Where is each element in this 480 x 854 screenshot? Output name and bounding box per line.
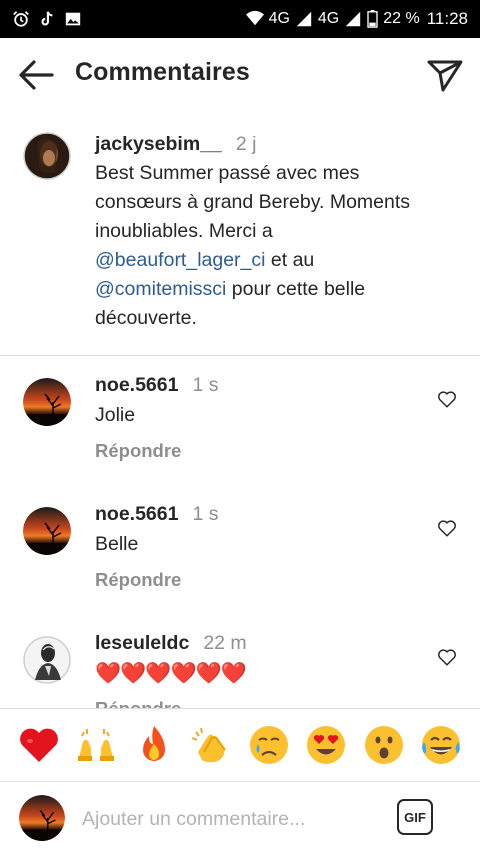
- reply-button[interactable]: Répondre: [95, 698, 181, 708]
- clock: 11:28: [426, 9, 468, 28]
- mention-link[interactable]: @comitemissci: [95, 278, 226, 300]
- caption-body-2: et au: [265, 249, 315, 271]
- gallery-icon: [65, 12, 81, 26]
- signal-icon: [296, 11, 312, 27]
- heart-icon[interactable]: [436, 517, 458, 539]
- comment-time: 1 s: [192, 503, 219, 525]
- comment-composer: GIF: [0, 782, 480, 854]
- page-title: Commentaires: [75, 58, 250, 86]
- comment-text: ❤️❤️❤️❤️❤️❤️: [95, 662, 247, 685]
- signal-icon: [346, 11, 361, 27]
- comment-username[interactable]: noe.5661: [95, 503, 178, 525]
- battery-icon: [367, 10, 378, 28]
- heart-emoji-icon[interactable]: [16, 722, 62, 768]
- avatar: [19, 795, 65, 841]
- surprised-face-emoji-icon[interactable]: [361, 722, 407, 768]
- comment-text: Belle: [95, 533, 139, 555]
- clapping-hands-emoji-icon[interactable]: [188, 722, 234, 768]
- post-caption: jackysebim__ 2 j Best Summer passé avec m…: [0, 112, 480, 356]
- heart-icon[interactable]: [436, 388, 458, 410]
- comment-item: leseuleldc 22 m ❤️❤️❤️❤️❤️❤️ Répondre: [0, 632, 480, 708]
- heart-icon[interactable]: [436, 646, 458, 668]
- arrow-left-icon[interactable]: [16, 58, 56, 92]
- fire-emoji-icon[interactable]: [131, 722, 177, 768]
- header: Commentaires: [0, 38, 480, 112]
- comment-username[interactable]: leseuleldc: [95, 632, 189, 654]
- network-label-1: 4G: [268, 10, 290, 27]
- comment-time: 22 m: [203, 632, 247, 654]
- avatar[interactable]: [23, 132, 71, 180]
- heart-eyes-emoji-icon[interactable]: [303, 722, 349, 768]
- reply-button[interactable]: Répondre: [95, 569, 181, 591]
- mention-link[interactable]: @beaufort_lager_ci: [95, 249, 265, 271]
- raising-hands-emoji-icon[interactable]: [73, 722, 119, 768]
- comment-time: 1 s: [192, 374, 219, 396]
- crying-face-emoji-icon[interactable]: [246, 722, 292, 768]
- caption-text: jackysebim__ 2 j Best Summer passé avec m…: [95, 130, 435, 333]
- caption-username[interactable]: jackysebim__: [95, 133, 222, 155]
- comment-item: noe.5661 1 s Jolie Répondre: [0, 356, 480, 485]
- tiktok-icon: [41, 11, 53, 26]
- paper-plane-icon[interactable]: [426, 56, 464, 94]
- gif-button[interactable]: GIF: [397, 799, 433, 835]
- status-bar: 4G 4G 22 % 11:28: [0, 0, 480, 38]
- comment-username[interactable]: noe.5661: [95, 374, 178, 396]
- comment-item: noe.5661 1 s Belle Répondre: [0, 485, 480, 614]
- comment-header: noe.5661 1 s: [95, 503, 218, 526]
- comment-header: noe.5661 1 s: [95, 374, 218, 397]
- avatar[interactable]: [23, 378, 71, 426]
- network-label-2: 4G: [317, 10, 340, 27]
- caption-body-1: Best Summer passé avec mes consœurs à gr…: [95, 162, 411, 242]
- tears-of-joy-emoji-icon[interactable]: [418, 722, 464, 768]
- wifi-icon: [245, 10, 264, 26]
- comment-header: leseuleldc 22 m: [95, 632, 247, 655]
- reply-button[interactable]: Répondre: [95, 440, 181, 462]
- caption-time: 2 j: [235, 133, 257, 155]
- battery-percent: 22 %: [383, 10, 420, 27]
- avatar[interactable]: [23, 507, 71, 555]
- comment-text: Jolie: [95, 404, 136, 426]
- avatar[interactable]: [23, 636, 71, 684]
- comment-input[interactable]: [82, 804, 382, 834]
- comment-list-clip: leseuleldc 22 m ❤️❤️❤️❤️❤️❤️ Répondre: [0, 632, 480, 708]
- emoji-quick-bar: [0, 708, 480, 782]
- alarm-icon: [13, 11, 29, 27]
